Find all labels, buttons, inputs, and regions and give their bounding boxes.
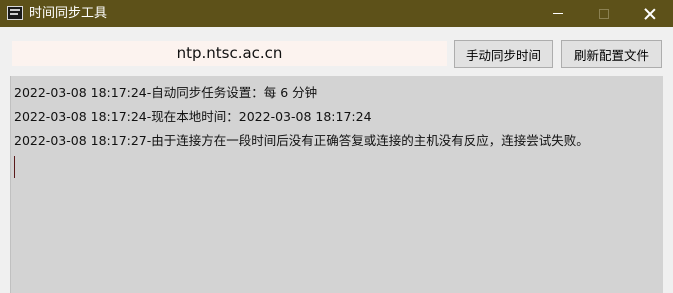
terminal-app-icon xyxy=(7,6,23,20)
text-caret xyxy=(14,156,15,178)
manual-sync-button[interactable]: 手动同步时间 xyxy=(454,40,553,68)
minimize-icon xyxy=(553,13,563,14)
close-icon xyxy=(644,8,656,20)
close-button[interactable] xyxy=(627,0,673,27)
log-line: 2022-03-08 18:17:24-自动同步任务设置：每 6 分钟 xyxy=(14,85,318,100)
ntp-server-input[interactable] xyxy=(12,41,447,66)
window-title: 时间同步工具 xyxy=(29,6,108,21)
maximize-icon xyxy=(599,8,609,19)
log-line: 2022-03-08 18:17:27-由于连接方在一段时间后没有正确答复或连接… xyxy=(14,133,589,148)
log-line: 2022-03-08 18:17:24-现在本地时间：2022-03-08 18… xyxy=(14,109,372,124)
maximize-button[interactable] xyxy=(581,0,627,27)
minimize-button[interactable] xyxy=(535,0,581,27)
refresh-config-button[interactable]: 刷新配置文件 xyxy=(561,40,662,68)
title-bar[interactable]: 时间同步工具 xyxy=(0,0,673,27)
log-textarea[interactable]: 2022-03-08 18:17:24-自动同步任务设置：每 6 分钟 2022… xyxy=(10,76,663,293)
